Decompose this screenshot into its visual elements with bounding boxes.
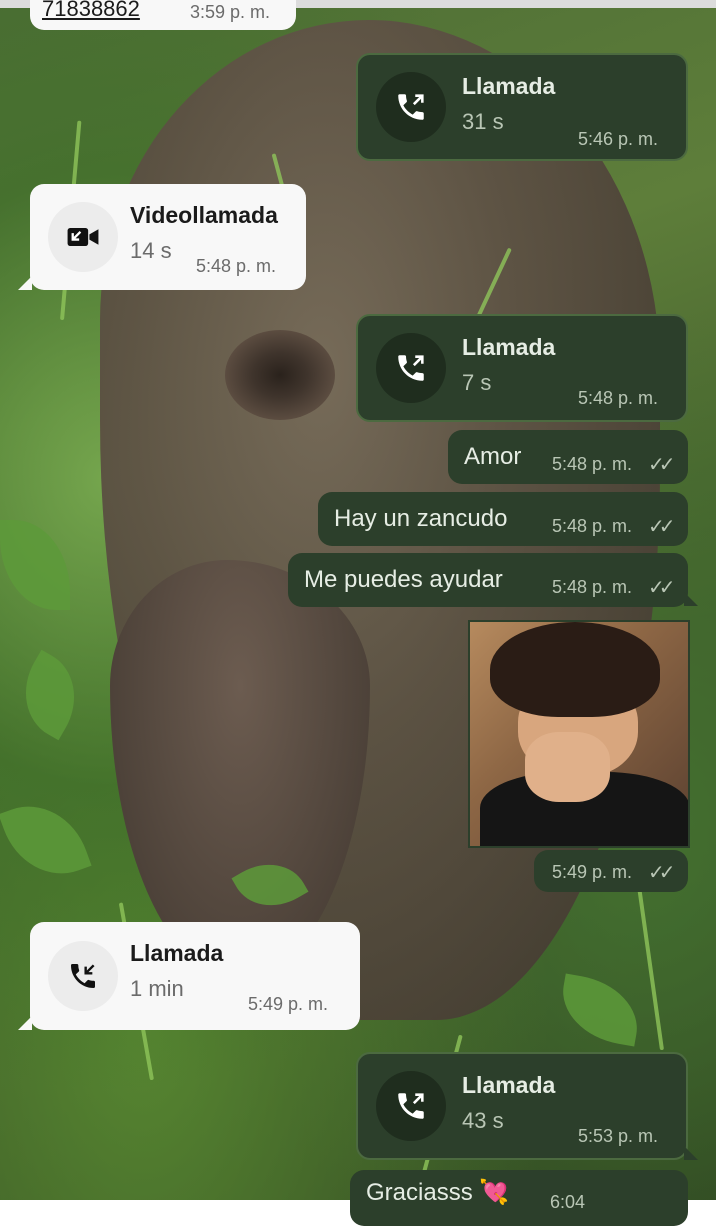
incoming-call-icon xyxy=(48,941,118,1011)
call-duration: 43 s xyxy=(462,1108,504,1133)
message-time: 5:48 p. m. xyxy=(552,516,633,536)
message-text: Hay un zancudo xyxy=(334,505,508,532)
call-duration: 1 min xyxy=(130,976,184,1001)
missed-video-call-icon xyxy=(48,202,118,272)
message-bubble-incoming[interactable]: 71838862 3:59 p. m. xyxy=(30,0,296,30)
elephant-eye xyxy=(225,330,335,420)
bubble-tail xyxy=(684,592,698,606)
photo-hands xyxy=(525,732,610,802)
message-time: 5:49 p. m. xyxy=(248,994,329,1014)
text-bubble-outgoing[interactable]: Amor 5:48 p. m. ✓✓ xyxy=(448,430,688,484)
message-text: Graciasss 💘 xyxy=(366,1179,510,1206)
read-receipt-icon: ✓✓ xyxy=(648,516,675,538)
message-time: 5:48 p. m. xyxy=(552,454,633,474)
text-bubble-outgoing[interactable]: Graciasss 💘 6:04 xyxy=(350,1170,688,1226)
bubble-tail xyxy=(18,276,32,290)
bubble-tail xyxy=(18,1016,32,1030)
leaf xyxy=(0,790,92,890)
grass-blade xyxy=(636,881,664,1051)
message-time: 5:49 p. m. xyxy=(552,862,633,882)
call-bubble-incoming[interactable]: Llamada 1 min 5:49 p. m. xyxy=(30,922,360,1030)
read-receipt-icon: ✓✓ xyxy=(648,577,675,599)
call-bubble-outgoing[interactable]: Llamada 7 s 5:48 p. m. xyxy=(356,314,688,422)
leaf xyxy=(0,520,70,610)
call-bubble-outgoing[interactable]: Llamada 31 s 5:46 p. m. xyxy=(356,53,688,161)
message-time: 6:04 xyxy=(550,1192,586,1212)
message-time: 5:46 p. m. xyxy=(578,129,659,149)
call-title: Videollamada xyxy=(130,202,278,228)
call-duration: 7 s xyxy=(462,370,492,395)
outgoing-call-icon xyxy=(376,333,446,403)
text-bubble-outgoing[interactable]: Hay un zancudo 5:48 p. m. ✓✓ xyxy=(318,492,688,546)
message-text: Amor xyxy=(464,443,522,470)
message-text: Me puedes ayudar xyxy=(304,566,503,593)
photo-hair xyxy=(490,622,660,717)
read-receipt-icon: ✓✓ xyxy=(648,862,675,884)
leaf xyxy=(555,973,645,1047)
leaf xyxy=(6,649,94,741)
message-time: 3:59 p. m. xyxy=(190,2,271,22)
crying-boy-photo[interactable] xyxy=(468,620,690,848)
message-time: 5:48 p. m. xyxy=(196,256,277,276)
outgoing-call-icon xyxy=(376,72,446,142)
bubble-tail xyxy=(684,1146,698,1160)
photo-caption-bubble: 5:49 p. m. ✓✓ xyxy=(534,850,688,892)
call-title: Llamada xyxy=(130,940,224,966)
read-receipt-icon: ✓✓ xyxy=(648,454,675,476)
call-title: Llamada xyxy=(462,73,556,99)
message-time: 5:53 p. m. xyxy=(578,1126,659,1146)
message-time: 5:48 p. m. xyxy=(552,577,633,597)
call-duration: 31 s xyxy=(462,109,504,134)
message-time: 5:48 p. m. xyxy=(578,388,659,408)
call-title: Llamada xyxy=(462,1072,556,1098)
call-duration: 14 s xyxy=(130,238,172,263)
call-title: Llamada xyxy=(462,334,556,360)
call-bubble-outgoing[interactable]: Llamada 43 s 5:53 p. m. xyxy=(356,1052,688,1160)
video-call-bubble-incoming[interactable]: Videollamada 14 s 5:48 p. m. xyxy=(30,184,306,290)
message-partial-text[interactable]: 71838862 xyxy=(42,0,140,22)
outgoing-call-icon xyxy=(376,1071,446,1141)
text-bubble-outgoing[interactable]: Me puedes ayudar 5:48 p. m. ✓✓ xyxy=(288,553,688,607)
